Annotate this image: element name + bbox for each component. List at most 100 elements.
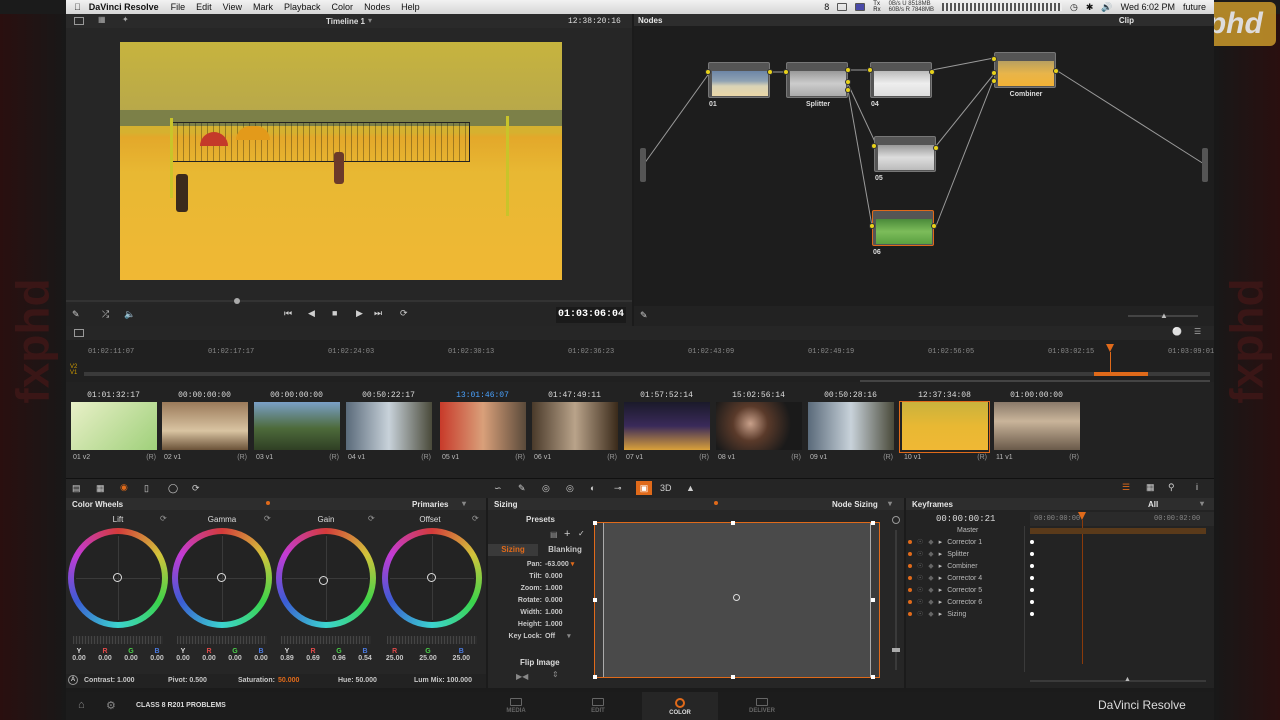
gamma-wheel[interactable] — [172, 528, 272, 628]
flip-vertical-icon[interactable]: ⇕ — [552, 670, 559, 679]
node-input-dot[interactable] — [991, 56, 997, 62]
pan-row[interactable]: Pan: -63.000 ▾ — [488, 558, 588, 570]
zoom-row[interactable]: Zoom: 1.000 — [488, 582, 588, 594]
node-output-dot[interactable] — [933, 145, 939, 151]
corner-handle[interactable] — [871, 675, 875, 679]
node-input-dot[interactable] — [783, 69, 789, 75]
color-wheels-icon[interactable]: ◉ — [120, 482, 128, 493]
qualifier-icon[interactable]: ✎ — [518, 483, 526, 494]
keyframe-marker[interactable] — [1030, 552, 1034, 556]
3d-icon[interactable]: 3D — [660, 483, 672, 493]
keyframe-marker[interactable] — [1030, 576, 1034, 580]
corner-handle[interactable] — [593, 521, 597, 525]
reset-view-icon[interactable] — [892, 516, 900, 524]
width-row[interactable]: Width: 1.000 — [488, 606, 588, 618]
keyframe-marker[interactable] — [1030, 612, 1034, 616]
node-input-dot[interactable] — [871, 143, 877, 149]
edge-handle[interactable] — [731, 675, 735, 679]
reset-gamma-icon[interactable]: ⟳ — [264, 514, 271, 523]
hue-value[interactable]: Hue: 50.000 — [338, 677, 377, 684]
motion-icon[interactable]: ◯ — [168, 483, 178, 494]
kf-row[interactable]: ☉ ◆ ▸ Corrector 1 — [908, 536, 1024, 548]
height-row[interactable]: Height: 1.000 — [488, 618, 588, 630]
lift-wheel[interactable] — [68, 528, 168, 628]
play-reverse-button[interactable]: ◀ — [308, 308, 315, 319]
timeline-name[interactable]: Timeline 1 — [326, 17, 365, 26]
shuffle-icon[interactable]: ⤮ — [102, 309, 109, 320]
stop-button[interactable]: ■ — [332, 308, 337, 318]
fx-icon[interactable]: ▲ — [686, 483, 695, 493]
node-01[interactable]: 01 — [708, 62, 770, 108]
node-output-dot[interactable] — [767, 69, 773, 75]
menu-nodes[interactable]: Nodes — [364, 2, 390, 12]
clip-thumbnail[interactable]: 00:50:28:16 09 v1 (R) — [806, 391, 895, 461]
apple-icon[interactable]:  — [74, 2, 81, 12]
menu-playback[interactable]: Playback — [284, 2, 321, 12]
keyframe-marker[interactable] — [1030, 588, 1034, 592]
input-port[interactable] — [640, 148, 646, 182]
offset-wheel[interactable] — [382, 528, 482, 628]
reset-icon[interactable]: ⟳ — [192, 483, 200, 494]
menu-view[interactable]: View — [223, 2, 242, 12]
kf-row[interactable]: ☉ ◆ ▸ Sizing — [908, 608, 1024, 620]
kf-row[interactable]: ☉ ◆ ▸ Corrector 4 — [908, 572, 1024, 584]
clip-thumbnail[interactable]: 01:57:52:14 07 v1 (R) — [622, 391, 711, 461]
page-deliver[interactable]: DELIVER — [732, 698, 792, 714]
page-media[interactable]: MEDIA — [486, 698, 546, 714]
bluetooth-icon[interactable]: ✱ — [1086, 2, 1094, 13]
contrast-value[interactable]: Contrast: 1.000 — [84, 677, 135, 684]
corner-handle[interactable] — [593, 675, 597, 679]
reset-gain-icon[interactable]: ⟳ — [368, 514, 375, 523]
keyframe-ruler[interactable]: 00:00:00:00 00:00:02:00 — [1030, 512, 1214, 526]
status-badge[interactable]: 8 — [824, 2, 829, 12]
tab-blanking[interactable]: Blanking — [540, 544, 590, 556]
keyframe-marker[interactable] — [1030, 540, 1034, 544]
gain-puck[interactable] — [319, 576, 328, 585]
time-machine-icon[interactable]: ◷ — [1070, 2, 1078, 13]
display-icon[interactable] — [837, 3, 848, 11]
page-color[interactable]: COLOR — [642, 692, 718, 720]
node-output-dot[interactable] — [929, 69, 935, 75]
user-name[interactable]: future — [1183, 2, 1206, 12]
key-icon[interactable]: ⊸ — [614, 483, 622, 494]
menu-color[interactable]: Color — [332, 2, 354, 12]
grid-view-icon[interactable]: ▦ — [98, 15, 106, 24]
volume-icon[interactable]: 🔊 — [1101, 2, 1112, 13]
clip-thumbnail[interactable]: 13:01:46:07 05 v1 (R) — [438, 391, 527, 461]
node-tool-icon[interactable]: ✎ — [640, 310, 648, 321]
app-menu[interactable]: DaVinci Resolve — [89, 2, 159, 12]
node-output-dot[interactable] — [1053, 68, 1059, 74]
kf-zoom-slider[interactable] — [1030, 680, 1206, 682]
saturation-value[interactable]: 50.000 — [278, 677, 299, 684]
corner-handle[interactable] — [871, 521, 875, 525]
grid-icon[interactable]: ▦ — [1146, 482, 1155, 493]
offset-master-wheel[interactable] — [387, 636, 477, 644]
chevron-down-icon[interactable]: ▾ — [888, 499, 892, 508]
jump-start-button[interactable]: ⏮ — [284, 308, 292, 319]
node-input-dot[interactable] — [991, 70, 997, 76]
camera-raw-icon[interactable]: ▤ — [72, 483, 81, 494]
node-output-dot[interactable] — [845, 79, 851, 85]
clip-thumbnail[interactable]: 00:00:00:00 02 v1 (R) — [160, 391, 249, 461]
lift-puck[interactable] — [113, 573, 122, 582]
gear-icon[interactable]: ⚙ — [106, 699, 116, 712]
center-handle[interactable] — [733, 594, 740, 601]
audio-icon[interactable]: 🔈 — [124, 309, 135, 320]
node-output-dot[interactable] — [845, 67, 851, 73]
keyframes-filter[interactable]: All — [1148, 500, 1158, 509]
clip-thumbnail[interactable]: 00:00:00:00 03 v1 (R) — [252, 391, 341, 461]
keylock-row[interactable]: Key Lock: Off ▾ — [488, 630, 588, 642]
node-splitter[interactable]: Splitter — [786, 62, 848, 108]
node-input-dot[interactable] — [991, 78, 997, 84]
menu-mark[interactable]: Mark — [253, 2, 273, 12]
kf-zoom-handle[interactable]: ▲ — [1124, 676, 1131, 683]
gamma-master-wheel[interactable] — [177, 636, 267, 644]
tilt-row[interactable]: Tilt: 0.000 — [488, 570, 588, 582]
node-05[interactable]: 05 — [874, 136, 936, 182]
node-editor[interactable]: Nodes Clip 01 Splitter 04 Combiner 05 06… — [634, 14, 1214, 326]
info-icon[interactable]: i — [1196, 482, 1198, 492]
node-output-dot[interactable] — [931, 223, 937, 229]
offset-puck[interactable] — [427, 573, 436, 582]
reset-offset-icon[interactable]: ⟳ — [472, 514, 479, 523]
mini-timeline[interactable]: ⚪ ☰ 01:02:11:07 01:02:17:17 01:02:24:03 … — [66, 326, 1214, 382]
